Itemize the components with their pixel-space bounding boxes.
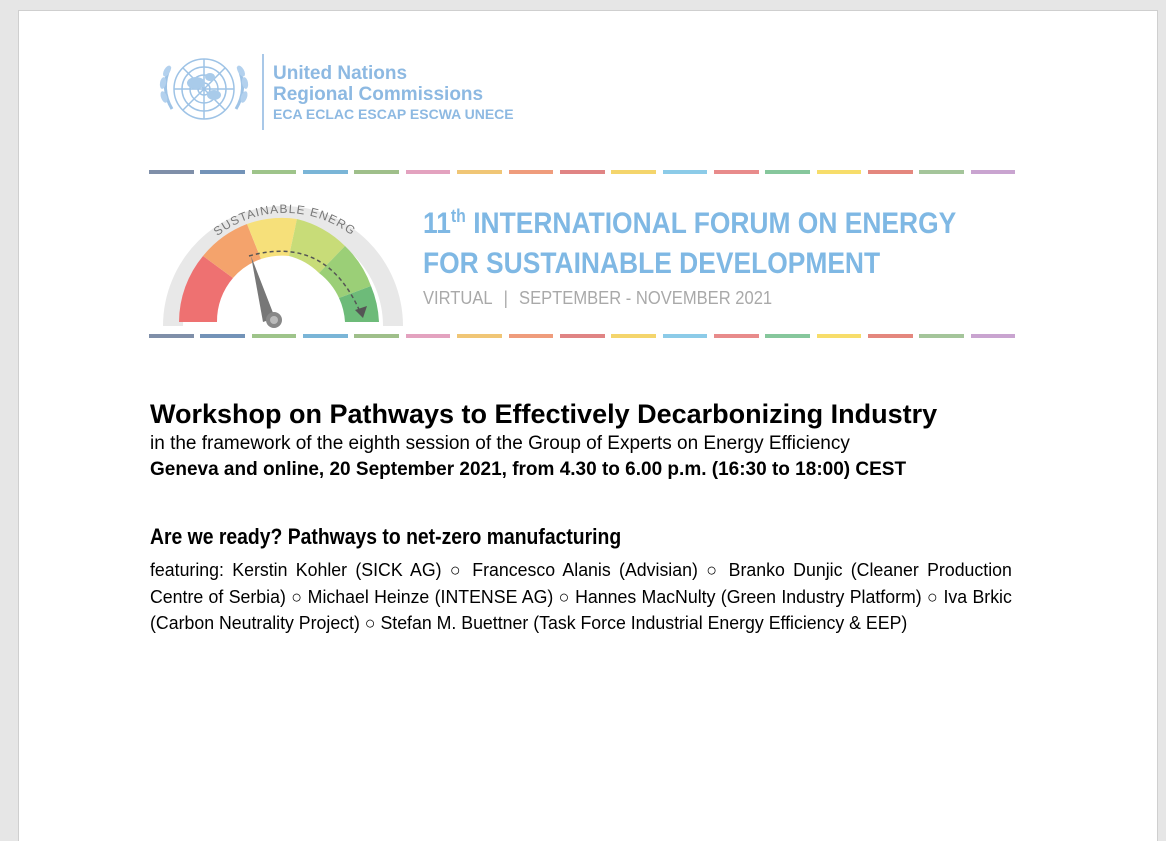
stripe-segment (868, 334, 913, 338)
forum-title-line1-text: INTERNATIONAL FORUM ON ENERGY (465, 207, 957, 240)
org-commissions-list: ECA ECLAC ESCAP ESCWA UNECE (273, 106, 514, 122)
un-regional-commissions-wordmark: United Nations Regional Commissions ECA … (273, 63, 514, 123)
workshop-framework: in the framework of the eighth session o… (150, 433, 850, 454)
stripe-segment (970, 170, 1016, 174)
un-emblem-logo (159, 58, 249, 120)
stripe-segment (508, 334, 554, 338)
stripe-segment (611, 334, 656, 338)
org-name-line1: United Nations (273, 63, 408, 84)
stripe-segment (816, 170, 862, 174)
energy-gauge-icon: SUSTAINABLE ENERGY (157, 186, 403, 328)
forum-edition-number: 11 (423, 207, 451, 240)
logo-divider (262, 54, 264, 130)
stripe-segment (251, 334, 297, 338)
stripe-segment (868, 170, 913, 174)
stripe-segment (251, 170, 297, 174)
stripe-segment (919, 170, 965, 174)
stripe-segment (765, 334, 810, 338)
stripe-segment (713, 334, 759, 338)
stripe-segment (200, 334, 246, 338)
stripe-segment (765, 170, 810, 174)
forum-format: VIRTUAL (423, 288, 493, 308)
org-name-line2: Regional Commissions (273, 84, 484, 105)
forum-title-line1: 11th INTERNATIONAL FORUM ON ENERGY (423, 204, 956, 244)
stripe-segment (559, 334, 605, 338)
document-page: United Nations Regional Commissions ECA … (18, 10, 1158, 841)
stripe-segment (405, 170, 451, 174)
stripe-segment (149, 170, 194, 174)
stripe-segment (559, 170, 605, 174)
stripe-segment (457, 170, 502, 174)
workshop-title: Workshop on Pathways to Effectively Deca… (150, 399, 938, 429)
stripe-segment (354, 334, 400, 338)
banner-top-stripe (149, 170, 1022, 174)
forum-title-line2: FOR SUSTAINABLE DEVELOPMENT (423, 247, 881, 280)
stripe-segment (303, 334, 348, 338)
session-title: Are we ready? Pathways to net-zero manuf… (150, 524, 622, 549)
stripe-segment (149, 334, 194, 338)
featured-speakers: featuring: Kerstin Kohler (SICK AG) ○ Fr… (150, 560, 1012, 633)
stripe-segment (816, 334, 862, 338)
stripe-segment (662, 170, 708, 174)
workshop-datetime: Geneva and online, 20 September 2021, fr… (150, 459, 907, 480)
forum-banner: SUSTAINABLE ENERGY 11th INTERNATIONAL FO… (149, 170, 1022, 341)
stripe-segment (919, 334, 965, 338)
banner-bottom-stripe (149, 334, 1022, 338)
stripe-segment (457, 334, 502, 338)
stripe-segment (303, 170, 348, 174)
stripe-segment (713, 170, 759, 174)
stripe-segment (662, 334, 708, 338)
stripe-segment (611, 170, 656, 174)
stripe-segment (970, 334, 1016, 338)
stripe-segment (405, 334, 451, 338)
forum-dates: SEPTEMBER - NOVEMBER 2021 (519, 288, 773, 308)
forum-subtitle: VIRTUAL | SEPTEMBER - NOVEMBER 2021 (423, 288, 772, 309)
forum-edition-ordinal: th (450, 206, 466, 226)
forum-separator: | (503, 288, 508, 308)
stripe-segment (200, 170, 246, 174)
stripe-segment (508, 170, 554, 174)
forum-title: 11th INTERNATIONAL FORUM ON ENERGY FOR S… (423, 204, 956, 284)
stripe-segment (354, 170, 400, 174)
